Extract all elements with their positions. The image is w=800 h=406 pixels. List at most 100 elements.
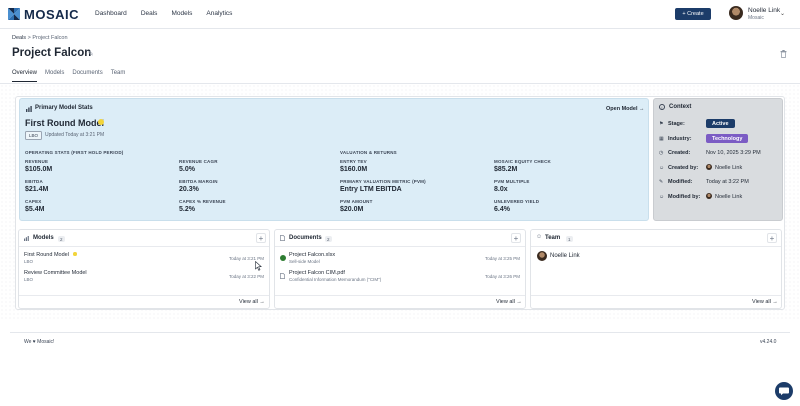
- modified-value: Today at 3:22 PM: [706, 179, 749, 185]
- breadcrumb-current: Project Falcon: [32, 35, 68, 41]
- add-team-member-button[interactable]: +: [767, 233, 777, 243]
- stat-value: $85.2M: [494, 166, 518, 173]
- team-member-name[interactable]: Noelle Link: [550, 253, 580, 259]
- cursor-icon: [255, 261, 262, 271]
- footer-tagline: We ♥ Mosaic!: [24, 339, 55, 345]
- tab-models[interactable]: Models: [45, 70, 64, 82]
- create-button[interactable]: + Create: [675, 8, 711, 20]
- user-name[interactable]: Noelle Link: [748, 7, 780, 14]
- model-item-name[interactable]: First Round Model: [24, 252, 69, 258]
- stat-label: UNLEVERED YIELD: [494, 199, 540, 204]
- document-icon: [280, 235, 285, 241]
- card-header: ☺ Team 1 +: [531, 230, 781, 247]
- context-title: Context: [669, 104, 692, 110]
- excel-file-icon: [280, 255, 286, 261]
- model-item-time: Today at 3:22 PM: [229, 274, 265, 279]
- nav-analytics[interactable]: Analytics: [206, 10, 232, 17]
- model-name[interactable]: First Round Model: [25, 118, 104, 128]
- breadcrumb-deals[interactable]: Deals: [12, 35, 26, 41]
- model-item-name[interactable]: Review Committee Model: [24, 270, 87, 276]
- view-all-team-link[interactable]: View all →: [752, 299, 778, 305]
- view-all-models-link[interactable]: View all →: [239, 299, 265, 305]
- trash-icon[interactable]: [780, 50, 787, 58]
- users-icon: ☺: [536, 234, 543, 240]
- nav-dashboard[interactable]: Dashboard: [95, 10, 127, 17]
- view-all-documents-link[interactable]: View all →: [496, 299, 522, 305]
- document-item-name[interactable]: Project Falcon CIM.pdf: [289, 270, 345, 276]
- clock-icon: ◷: [659, 150, 664, 156]
- pencil-icon[interactable]: ✎: [88, 50, 94, 58]
- avatar: [706, 193, 712, 199]
- card-title: Documents: [289, 235, 322, 241]
- nav-deals[interactable]: Deals: [141, 10, 158, 17]
- document-item-desc: Sell-side Model: [289, 259, 320, 264]
- card-header: Models 2 +: [19, 230, 269, 247]
- tab-documents[interactable]: Documents: [72, 70, 102, 82]
- tab-team[interactable]: Team: [111, 70, 126, 82]
- count-badge: 1: [566, 236, 573, 242]
- user-plus-icon: ☺: [659, 165, 665, 171]
- model-item-type: LBO: [24, 277, 34, 282]
- nav-models[interactable]: Models: [171, 10, 192, 17]
- model-item-type: LBO: [24, 259, 34, 264]
- top-bar: MOSAIC Dashboard Deals Models Analytics …: [0, 0, 800, 29]
- stat-value: Entry LTM EBITDA: [340, 186, 402, 193]
- star-icon[interactable]: [98, 119, 104, 125]
- operating-stats-header: OPERATING STATS (FIRST HOLD PERIOD): [25, 150, 124, 155]
- document-item-name[interactable]: Project Falcon.xlsx: [289, 252, 335, 258]
- tab-overview[interactable]: Overview: [12, 70, 38, 82]
- updated-text: Updated Today at 3:21 PM: [45, 132, 105, 138]
- stats-title: Primary Model Stats: [35, 105, 93, 111]
- stat-label: CAPEX: [25, 199, 42, 204]
- stat-value: $105.0M: [25, 166, 53, 173]
- context-label: Modified by:: [668, 194, 701, 200]
- valuation-header: VALUATION & RETURNS: [340, 150, 397, 155]
- card-header: Documents 2 +: [275, 230, 525, 247]
- stat-label: PVM MULTIPLE: [494, 179, 530, 184]
- created-value: Nov 10, 2025 3:29 PM: [706, 150, 761, 156]
- modified-by-value: Noelle Link: [715, 194, 743, 200]
- user-avatar[interactable]: [729, 6, 743, 20]
- logo[interactable]: MOSAIC: [7, 7, 79, 22]
- stat-label: CAPEX % REVENUE: [179, 199, 226, 204]
- card-title: Team: [545, 235, 561, 241]
- stat-value: 6.4%: [494, 206, 510, 213]
- add-model-button[interactable]: +: [256, 233, 266, 243]
- context-label: Industry:: [668, 136, 692, 142]
- chat-widget-button[interactable]: [775, 382, 793, 400]
- tab-bar: Overview Models Documents Team: [12, 70, 125, 82]
- breadcrumb: Deals > Project Falcon: [12, 35, 68, 41]
- industry-badge[interactable]: Technology: [706, 134, 749, 143]
- stat-value: 20.3%: [179, 186, 199, 193]
- context-label: Created:: [668, 150, 691, 156]
- team-card: ☺ Team 1 + Noelle Link View all →: [530, 229, 782, 309]
- stat-value: 8.0x: [494, 186, 508, 193]
- open-model-link[interactable]: Open Model →: [606, 106, 645, 112]
- document-item-time: Today at 3:25 PM: [485, 256, 521, 261]
- mosaic-logo-icon: [7, 7, 21, 21]
- count-badge: 2: [325, 236, 332, 242]
- documents-card: Documents 2 + Project Falcon.xlsx Sell-s…: [274, 229, 526, 309]
- stat-value: 5.2%: [179, 206, 195, 213]
- stat-value: 5.0%: [179, 166, 195, 173]
- stat-label: REVENUE: [25, 159, 49, 164]
- context-label: Stage:: [668, 121, 685, 127]
- created-by-value: Noelle Link: [715, 165, 743, 171]
- page-title: Project Falcon: [12, 47, 92, 59]
- info-icon: i: [659, 104, 665, 110]
- stat-value: $20.0M: [340, 206, 364, 213]
- models-card: Models 2 + First Round Model LBO Today a…: [18, 229, 270, 309]
- count-badge: 2: [58, 236, 65, 242]
- stat-value: $5.4M: [25, 206, 45, 213]
- stage-badge[interactable]: Active: [706, 119, 735, 128]
- footer-divider: [10, 332, 790, 333]
- user-edit-icon: ☺: [659, 194, 665, 200]
- stat-label: EBITDA MARGIN: [179, 179, 218, 184]
- stat-label: PRIMARY VALUATION METRIC (PVM): [340, 179, 426, 184]
- add-document-button[interactable]: +: [511, 233, 521, 243]
- chevron-down-icon[interactable]: ⌄: [780, 10, 785, 17]
- bar-chart-icon: [26, 106, 32, 112]
- card-footer: View all →: [275, 295, 525, 308]
- card-footer: View all →: [19, 295, 269, 308]
- document-item-desc: Confidential Information Memorandum ("CI…: [289, 277, 382, 282]
